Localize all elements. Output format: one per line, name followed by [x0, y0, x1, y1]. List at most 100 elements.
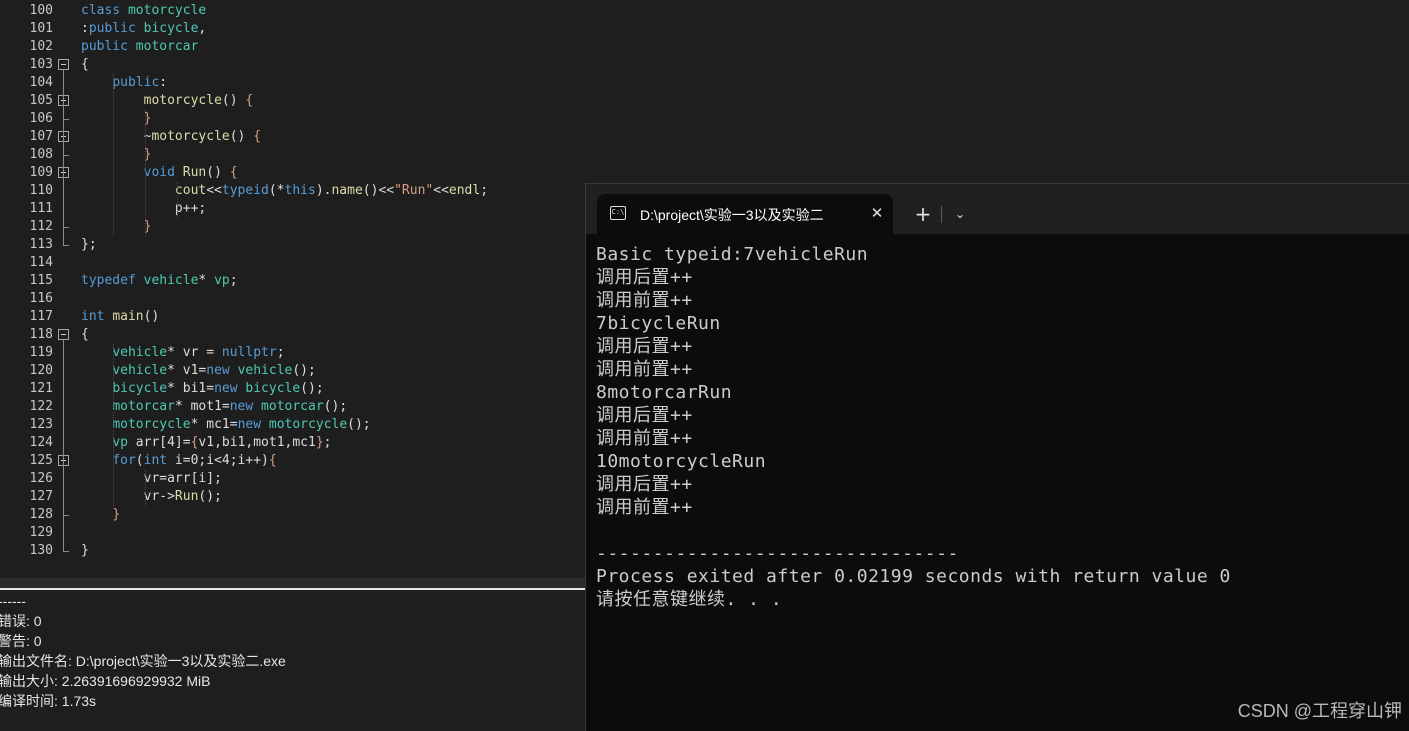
- new-tab-button[interactable]: +: [910, 203, 936, 225]
- terminal-line: Process exited after 0.02199 seconds wit…: [596, 566, 1231, 587]
- code-text[interactable]: }: [81, 110, 152, 128]
- code-text[interactable]: bicycle* bi1=new bicycle();: [81, 380, 323, 398]
- code-text[interactable]: motorcycle* mc1=new motorcycle();: [81, 416, 370, 434]
- watermark: CSDN @工程穿山钾: [1237, 701, 1402, 721]
- code-line[interactable]: 101 :public bicycle,: [0, 20, 1409, 38]
- code-text[interactable]: vp arr[4]={v1,bi1,mot1,mc1};: [81, 434, 331, 452]
- code-text[interactable]: }: [81, 146, 152, 164]
- line-number: 104: [29, 75, 53, 90]
- line-number: 109: [29, 165, 53, 180]
- code-text[interactable]: int main(): [81, 308, 159, 326]
- terminal-tab[interactable]: C:\ D:\project\实验一3以及实验二 ✕: [597, 194, 893, 235]
- terminal-line: --------------------------------: [596, 543, 959, 564]
- code-line[interactable]: 108 }: [0, 146, 1409, 164]
- code-text[interactable]: :public bicycle,: [81, 20, 206, 38]
- tab-title: D:\project\实验一3以及实验二: [640, 207, 824, 223]
- code-text[interactable]: void Run() {: [81, 164, 238, 182]
- fold-toggle-icon[interactable]: [58, 59, 69, 70]
- close-icon[interactable]: ✕: [867, 203, 887, 223]
- terminal-line: 调用前置++: [596, 428, 693, 449]
- line-number: 100: [29, 3, 53, 18]
- terminal-line: 调用前置++: [596, 290, 693, 311]
- fold-guide: [63, 340, 64, 551]
- log-line: 警告: 0: [0, 633, 42, 649]
- line-number: 113: [29, 237, 53, 252]
- line-number: 119: [29, 345, 53, 360]
- line-number: 108: [29, 147, 53, 162]
- code-text[interactable]: class motorcycle: [81, 2, 206, 20]
- code-line[interactable]: 100 class motorcycle: [0, 2, 1409, 20]
- code-text[interactable]: {: [81, 56, 89, 74]
- line-number: 118: [29, 327, 53, 342]
- terminal-line: 调用后置++: [596, 405, 693, 426]
- terminal-line: 10motorcycleRun: [596, 451, 767, 472]
- code-text[interactable]: }: [81, 506, 120, 524]
- code-text[interactable]: vr=arr[i];: [81, 470, 222, 488]
- fold-guide: [63, 70, 64, 245]
- terminal-window[interactable]: C:\ D:\project\实验一3以及实验二 ✕ + ⌄ Basic typ…: [585, 183, 1409, 731]
- line-number: 103: [29, 57, 53, 72]
- code-text[interactable]: {: [81, 326, 89, 344]
- code-text[interactable]: typedef vehicle* vp;: [81, 272, 238, 290]
- terminal-line: 8motorcarRun: [596, 382, 733, 403]
- indent-guide: [177, 182, 178, 218]
- code-text[interactable]: cout<<typeid(*this).name()<<"Run"<<endl;: [81, 182, 488, 200]
- code-text[interactable]: vehicle* v1=new vehicle();: [81, 362, 316, 380]
- terminal-line: 调用后置++: [596, 336, 693, 357]
- code-text[interactable]: public motorcar: [81, 38, 198, 56]
- code-text[interactable]: motorcycle() {: [81, 92, 254, 110]
- code-text[interactable]: motorcar* mot1=new motorcar();: [81, 398, 347, 416]
- fold-end-marker: [63, 515, 69, 516]
- terminal-line: Basic typeid:7vehicleRun: [596, 244, 869, 265]
- line-number: 127: [29, 489, 53, 504]
- line-number: 102: [29, 39, 53, 54]
- indent-guide: [113, 74, 114, 236]
- code-text[interactable]: }: [81, 218, 152, 236]
- line-number: 122: [29, 399, 53, 414]
- fold-toggle-icon[interactable]: [58, 329, 69, 340]
- line-number: 126: [29, 471, 53, 486]
- line-number: 111: [29, 201, 53, 216]
- code-text[interactable]: vr->Run();: [81, 488, 222, 506]
- chevron-down-icon[interactable]: ⌄: [948, 203, 972, 225]
- code-line[interactable]: 109 void Run() {: [0, 164, 1409, 182]
- code-text[interactable]: ~motorcycle() {: [81, 128, 261, 146]
- code-line[interactable]: 102 public motorcar: [0, 38, 1409, 56]
- line-number: 116: [29, 291, 53, 306]
- fold-end-marker: [63, 155, 69, 156]
- code-text[interactable]: vehicle* vr = nullptr;: [81, 344, 284, 362]
- code-text[interactable]: public:: [81, 74, 167, 92]
- terminal-line: 请按任意键继续. . .: [596, 589, 783, 610]
- fold-end-marker: [63, 119, 69, 120]
- code-text[interactable]: }: [81, 542, 89, 560]
- line-number: 125: [29, 453, 53, 468]
- line-number: 110: [29, 183, 53, 198]
- compile-log-panel: ------ 错误: 0 警告: 0 输出文件名: D:\project\实验一3以及…: [0, 590, 585, 731]
- code-text[interactable]: };: [81, 236, 97, 254]
- code-text[interactable]: for(int i=0;i<4;i++){: [81, 452, 276, 470]
- indent-guide: [113, 344, 114, 506]
- code-text[interactable]: p++;: [81, 200, 206, 218]
- line-number: 130: [29, 543, 53, 558]
- fold-end-marker: [63, 551, 69, 552]
- line-number: 101: [29, 21, 53, 36]
- indent-guide: [145, 470, 146, 506]
- log-line: 错误: 0: [0, 613, 42, 629]
- code-line[interactable]: 106 }: [0, 110, 1409, 128]
- log-line: 输出大小: 2.26391696929932 MiB: [0, 673, 211, 689]
- line-number: 129: [29, 525, 53, 540]
- console-icon: C:\: [610, 206, 626, 220]
- fold-end-marker: [63, 227, 69, 228]
- code-line[interactable]: 104 public:: [0, 74, 1409, 92]
- code-line[interactable]: 105 motorcycle() {: [0, 92, 1409, 110]
- line-number: 128: [29, 507, 53, 522]
- code-line[interactable]: 107 ~motorcycle() {: [0, 128, 1409, 146]
- terminal-line: 调用前置++: [596, 359, 693, 380]
- log-line: 编译时间: 1.73s: [0, 693, 97, 709]
- indent-guide: [145, 110, 146, 236]
- terminal-tab-bar: C:\ D:\project\实验一3以及实验二 ✕ + ⌄: [586, 183, 1409, 235]
- panel-splitter[interactable]: [0, 578, 585, 590]
- log-line: 输出文件名: D:\project\实验一3以及实验二.exe: [0, 653, 286, 669]
- terminal-output[interactable]: Basic typeid:7vehicleRun 调用后置++ 调用前置++ 7bic…: [596, 243, 1396, 723]
- code-line[interactable]: 103 {: [0, 56, 1409, 74]
